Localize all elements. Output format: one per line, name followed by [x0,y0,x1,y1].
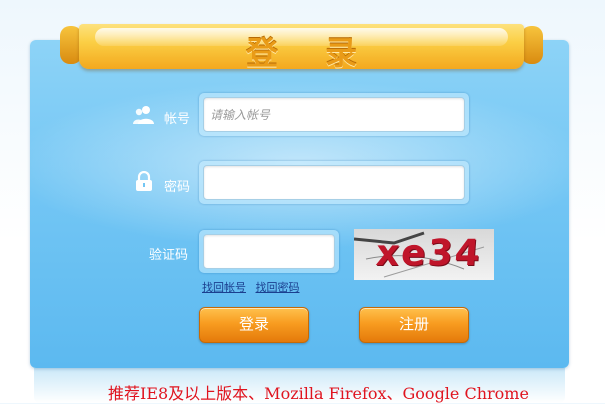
register-button[interactable]: 注册 [359,307,469,343]
find-password-link[interactable]: 找回密码 [256,281,300,294]
captcha-image[interactable]: xe34 [354,229,494,280]
captcha-input[interactable] [203,234,335,269]
recovery-links: 找回帐号 找回密码 [202,279,306,295]
title-ribbon: 登 录 [79,24,524,72]
username-label: 帐号 [164,112,191,127]
password-label: 密码 [164,180,191,195]
login-title: 登 录 [245,34,376,72]
find-account-link[interactable]: 找回帐号 [202,281,246,294]
captcha-label: 验证码 [149,248,189,263]
login-button[interactable]: 登录 [199,307,309,343]
ribbon-right-curl [521,26,543,64]
username-input[interactable] [203,97,465,132]
lock-icon [136,171,152,191]
password-input[interactable] [203,165,465,200]
login-page: 登 录 帐号 密码 验证码 xe34 找回帐号 找回密码 登录 注册 推荐IE8… [0,0,605,403]
captcha-text: xe34 [374,233,484,274]
browser-recommendation: 推荐IE8及以上版本、Mozilla Firefox、Google Chrome [108,384,529,403]
users-icon [133,106,154,124]
